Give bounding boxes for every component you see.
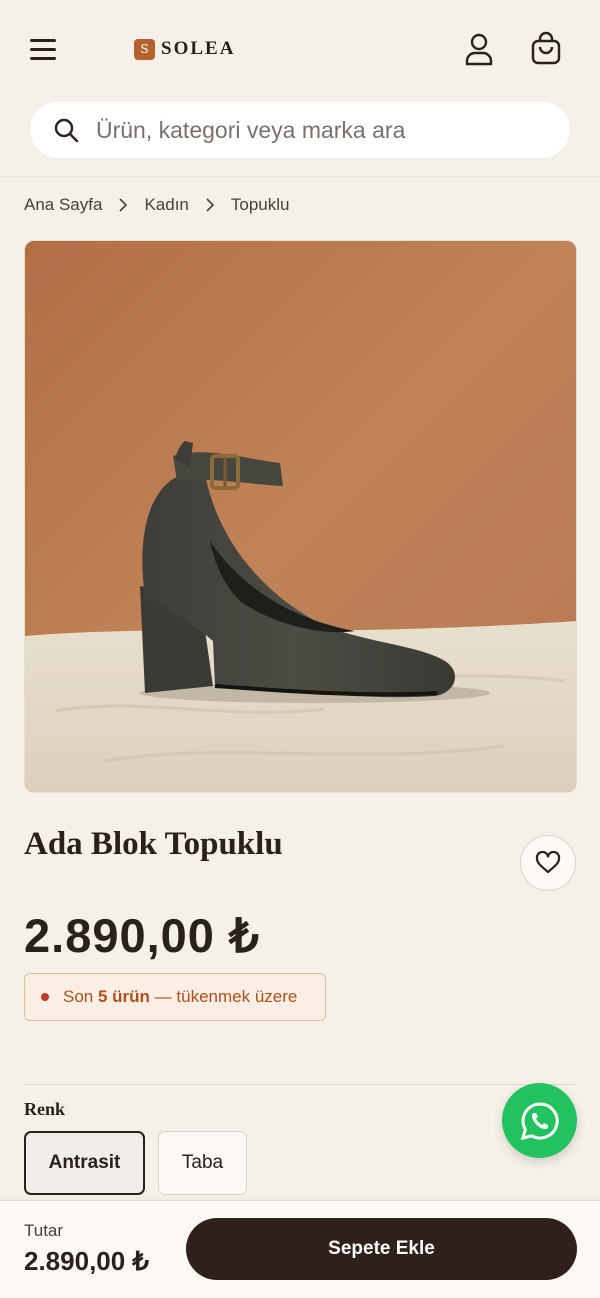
breadcrumb-home[interactable]: Ana Sayfa (24, 195, 102, 215)
breadcrumb: Ana Sayfa Kadın Topuklu (24, 195, 290, 215)
stock-warning: Son 5 ürün — tükenmek üzere (24, 973, 326, 1021)
add-to-cart-button[interactable]: Sepete Ekle (186, 1218, 577, 1280)
color-option-antrasit[interactable]: Antrasit (24, 1131, 145, 1195)
chevron-right-icon (119, 198, 128, 212)
total-label: Tutar (24, 1221, 64, 1240)
product-title: Ada Blok Topuklu (24, 826, 283, 862)
heart-icon (535, 851, 561, 874)
menu-icon[interactable] (28, 34, 58, 64)
search-input[interactable] (96, 116, 536, 144)
stock-count: 5 ürün (97, 987, 150, 1006)
logo-text: SOLEA (161, 38, 236, 59)
whatsapp-button[interactable] (502, 1083, 577, 1158)
logo[interactable]: S SOLEA (134, 38, 235, 60)
breadcrumb-women[interactable]: Kadın (144, 195, 188, 215)
stock-dot (41, 993, 49, 1001)
product-price: 2.890,00 ₺ (24, 909, 260, 962)
color-label: Renk (24, 1099, 66, 1119)
search-icon (54, 118, 79, 143)
header-divider (0, 176, 600, 177)
stock-suffix: — tükenmek üzere (154, 987, 298, 1006)
color-option-taba[interactable]: Taba (158, 1131, 247, 1195)
chevron-right-icon (206, 198, 215, 212)
total-value: 2.890,00 ₺ (24, 1246, 149, 1276)
section-divider (24, 1084, 577, 1085)
cart-icon[interactable] (528, 31, 564, 67)
header: S SOLEA (0, 0, 600, 176)
search-bar[interactable] (30, 102, 570, 158)
stock-prefix: Son (63, 987, 94, 1006)
logo-mark: S (134, 38, 155, 60)
favorite-button[interactable] (520, 835, 576, 891)
whatsapp-icon (520, 1101, 559, 1140)
user-icon[interactable] (463, 32, 495, 66)
product-image[interactable] (24, 240, 577, 793)
breadcrumb-heels[interactable]: Topuklu (231, 195, 290, 215)
